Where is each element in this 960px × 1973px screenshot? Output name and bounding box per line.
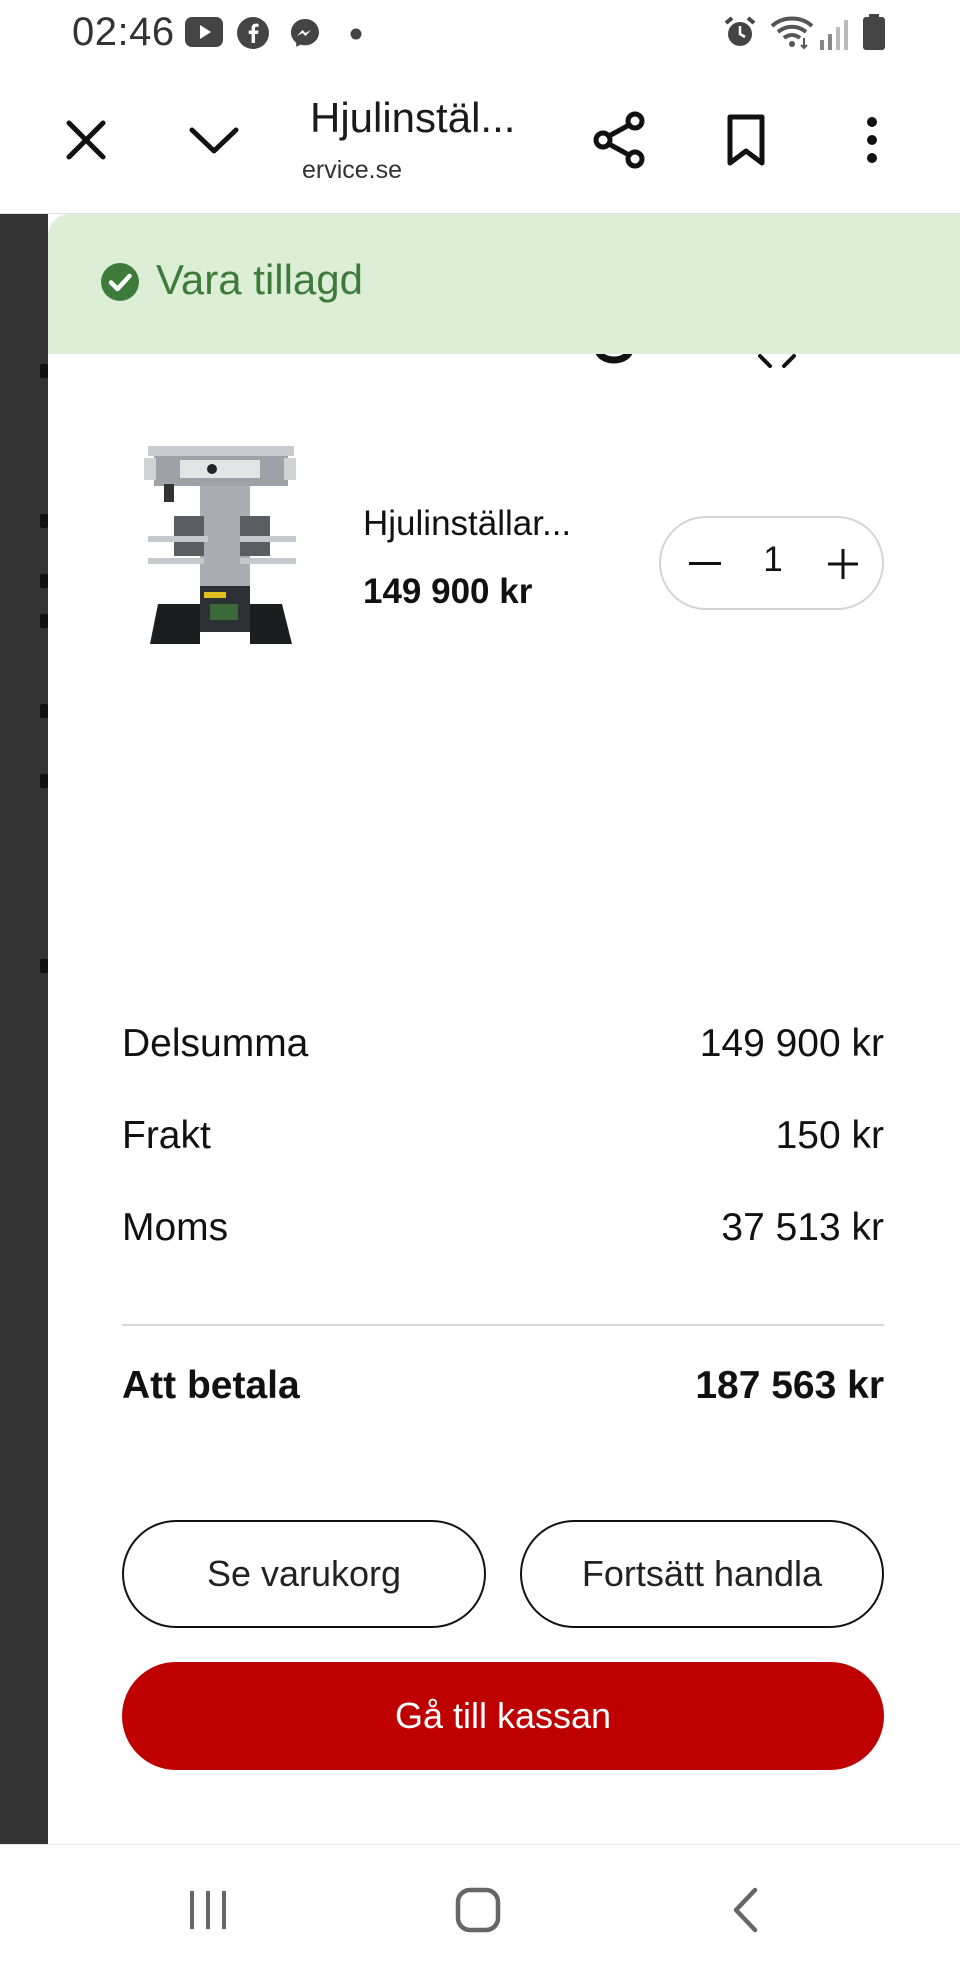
recent-apps-icon [190,1891,226,1929]
page-backdrop[interactable] [0,214,48,1844]
wifi-icon [770,14,814,55]
close-tab-button[interactable] [58,112,114,168]
decrease-quantity-button[interactable] [681,540,729,588]
summary-value: 150 kr [775,1114,884,1157]
battery-icon [862,14,886,55]
quantity-stepper: 1 [659,516,884,610]
quantity-value[interactable]: 1 [747,540,799,580]
chevron-down-icon [189,127,239,154]
close-icon [66,120,106,160]
share-icon [593,111,645,169]
home-button[interactable] [448,1885,508,1935]
summary-label: Frakt [122,1114,211,1157]
summary-row-total: Att betala 187 563 kr [122,1364,884,1408]
product-image[interactable] [140,444,300,644]
browser-toolbar: Hjulinstäl... ervice.se [0,68,960,214]
summary-value: 37 513 kr [721,1206,884,1249]
increase-quantity-button[interactable] [819,540,867,588]
alarm-icon [722,14,758,55]
back-button[interactable] [716,1885,776,1935]
summary-row-vat: Moms 37 513 kr [122,1206,884,1250]
minus-icon [689,562,721,565]
added-to-cart-toast: Vara tillagd [48,214,960,354]
minimize-tab-button[interactable] [182,112,246,168]
messenger-icon [289,17,321,54]
bookmark-button[interactable] [718,108,774,172]
summary-row-subtotal: Delsumma 149 900 kr [122,1022,884,1066]
more-options-button[interactable] [848,108,896,172]
facebook-icon [237,17,269,54]
summary-label: Delsumma [122,1022,309,1065]
cart-drawer: Vara tillagd Hjulinställar... 149 900 kr… [48,214,960,1844]
toast-message: Vara tillagd [156,256,364,303]
continue-shopping-button[interactable]: Fortsätt handla [520,1520,884,1628]
total-label: Att betala [122,1364,300,1407]
summary-divider [122,1324,884,1326]
back-icon [733,1887,758,1933]
bookmark-icon [727,114,765,166]
recent-apps-button[interactable] [178,1885,238,1935]
hidden-heading-fragment [594,354,634,368]
summary-label: Moms [122,1206,229,1249]
cart-item-price: 149 900 kr [363,572,533,611]
status-bar: 02:46 [0,0,960,68]
page-url: ervice.se [302,156,403,184]
close-drawer-icon[interactable] [754,354,800,368]
plus-icon [828,549,858,579]
system-navigation-bar [0,1844,960,1973]
view-cart-button[interactable]: Se varukorg [122,1520,486,1628]
more-vert-icon [867,117,877,163]
home-icon [455,1887,501,1933]
youtube-icon [185,17,223,52]
total-value: 187 563 kr [695,1364,884,1407]
cart-item-name[interactable]: Hjulinställar... [363,504,571,544]
signal-icon [820,18,850,55]
check-circle-icon [100,262,140,307]
share-button[interactable] [588,108,652,172]
dot-icon [350,27,362,45]
summary-row-shipping: Frakt 150 kr [122,1114,884,1158]
checkout-button[interactable]: Gå till kassan [122,1662,884,1770]
status-time: 02:46 [72,10,175,54]
summary-value: 149 900 kr [699,1022,884,1065]
page-title: Hjulinstäl... [310,94,516,141]
